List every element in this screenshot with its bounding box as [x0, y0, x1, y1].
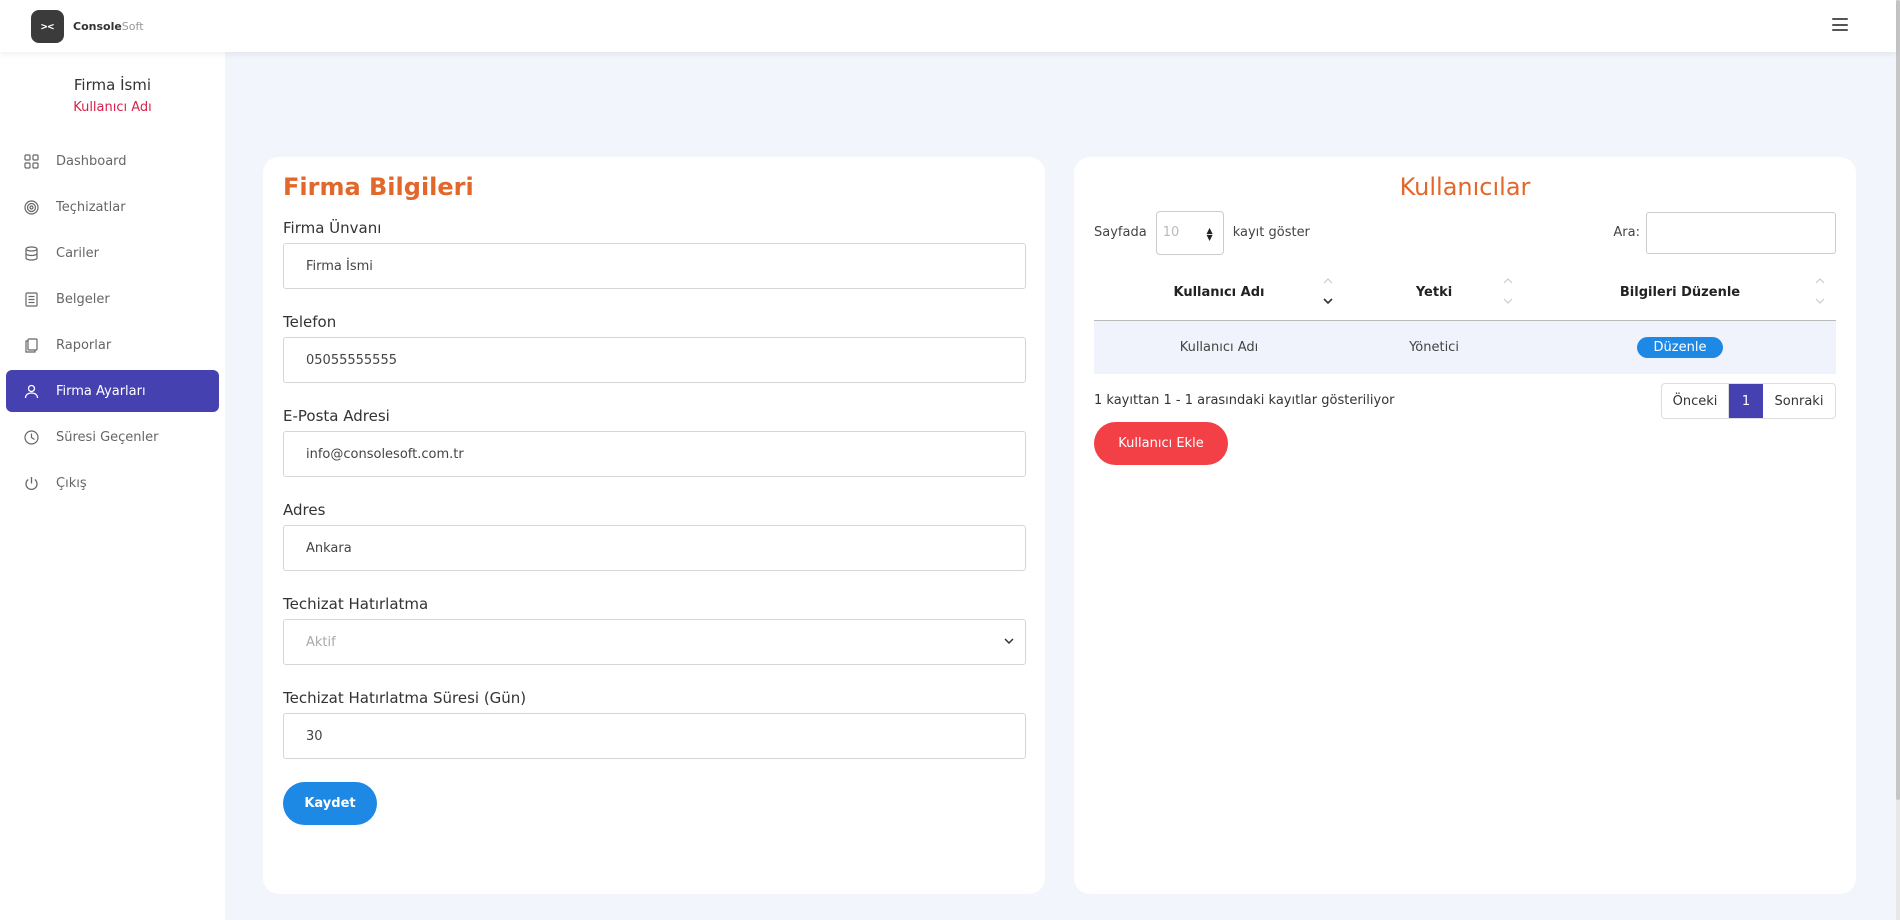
sidebar-item-label: Teçhizatlar — [56, 199, 126, 215]
sidebar-item-cikis[interactable]: Çıkış — [6, 462, 219, 504]
eposta-label: E-Posta Adresi — [283, 407, 390, 425]
cell-duzenle: Düzenle — [1524, 320, 1836, 374]
users-table: Kullanıcı Adı Yetki Bilgileri Düzenle Ku… — [1094, 266, 1836, 374]
page-length-control: Sayfada 10 ▲ ▼ kayıt göster — [1094, 210, 1310, 255]
sidebar-item-dashboard[interactable]: Dashboard — [6, 140, 219, 182]
search-label: Ara: — [1613, 225, 1640, 240]
cell-yetki: Yönetici — [1344, 320, 1524, 374]
logo[interactable]: >< ConsoleSoft — [31, 9, 144, 43]
page-length-value: 10 — [1162, 225, 1180, 240]
column-header-bilgileri-duzenle[interactable]: Bilgileri Düzenle — [1524, 266, 1836, 321]
target-icon — [22, 198, 40, 216]
page-length-suffix: kayıt göster — [1232, 225, 1310, 240]
sidebar-item-techizatlar[interactable]: Teçhizatlar — [6, 186, 219, 228]
grid-icon — [22, 152, 40, 170]
company-info-title: Firma Bilgileri — [283, 173, 474, 201]
column-header-yetki[interactable]: Yetki — [1344, 266, 1524, 321]
users-title: Kullanıcılar — [1399, 173, 1531, 201]
logo-text: ConsoleSoft — [73, 20, 144, 33]
logo-name-light: Soft — [121, 19, 144, 33]
firma-unvani-label: Firma Ünvanı — [283, 219, 382, 237]
telefon-input[interactable]: 05055555555 — [283, 337, 1026, 383]
sidebar-item-suresi-gecenler[interactable]: Süresi Geçenler — [6, 416, 219, 458]
techizat-hatirlatma-label: Techizat Hatırlatma — [283, 595, 429, 613]
sidebar-item-belgeler[interactable]: Belgeler — [6, 278, 219, 320]
logo-name-bold: Console — [73, 19, 122, 33]
power-icon — [22, 474, 40, 492]
page-length-select[interactable]: 10 ▲ ▼ — [1155, 210, 1224, 255]
table-header-row: Kullanıcı Adı Yetki Bilgileri Düzenle — [1094, 266, 1836, 321]
telefon-label: Telefon — [283, 313, 337, 331]
sort-asc-icon — [1322, 274, 1334, 310]
sidebar-item-label: Cariler — [56, 245, 99, 261]
sidebar-firm-name: Firma İsmi — [73, 76, 152, 94]
form-group-techizat-hatirlatma: Techizat Hatırlatma Aktif — [283, 595, 1026, 665]
pagination-page-1[interactable]: 1 — [1729, 384, 1763, 418]
sidebar-item-raporlar[interactable]: Raporlar — [6, 324, 219, 366]
database-icon — [22, 244, 40, 262]
column-header-label: Bilgileri Düzenle — [1619, 285, 1741, 301]
form-group-adres: Adres Ankara — [283, 501, 1026, 571]
sidebar-item-label: Dashboard — [56, 153, 127, 169]
column-header-label: Yetki — [1415, 285, 1453, 301]
user-icon — [22, 382, 40, 400]
sidebar-menu: Dashboard Teçhizatlar Cariler Belgeler R… — [0, 140, 225, 504]
sidebar-item-label: Süresi Geçenler — [56, 429, 159, 445]
table-info: 1 kayıttan 1 - 1 arasındaki kayıtlar gös… — [1094, 393, 1395, 408]
hamburger-menu-icon[interactable] — [1832, 18, 1848, 31]
save-button[interactable]: Kaydet — [283, 782, 377, 825]
pagination: Önceki 1 Sonraki — [1661, 383, 1836, 419]
copy-icon — [22, 336, 40, 354]
sidebar-item-label: Raporlar — [56, 337, 112, 353]
cell-kullanici-adi: Kullanıcı Adı — [1094, 320, 1344, 374]
techizat-hatirlatma-select[interactable]: Aktif — [283, 619, 1026, 665]
add-user-button[interactable]: Kullanıcı Ekle — [1094, 422, 1228, 465]
table-row: Kullanıcı Adı Yönetici Düzenle — [1094, 320, 1836, 374]
top-bar: >< ConsoleSoft — [0, 0, 1896, 52]
pagination-prev-button[interactable]: Önceki — [1662, 384, 1729, 418]
form-group-firma-unvani: Firma Ünvanı Firma İsmi — [283, 219, 1026, 289]
form-group-eposta: E-Posta Adresi info@consolesoft.com.tr — [283, 407, 1026, 477]
scrollbar-thumb[interactable] — [1896, 0, 1900, 800]
sidebar-item-firma-ayarlari[interactable]: Firma Ayarları — [6, 370, 219, 412]
eposta-input[interactable]: info@consolesoft.com.tr — [283, 431, 1026, 477]
sidebar-item-label: Firma Ayarları — [56, 383, 146, 399]
form-group-telefon: Telefon 05055555555 — [283, 313, 1026, 383]
page-length-prefix: Sayfada — [1094, 225, 1147, 240]
techizat-suresi-input[interactable]: 30 — [283, 713, 1026, 759]
chevron-down-icon — [1003, 635, 1015, 651]
techizat-hatirlatma-value: Aktif — [306, 634, 336, 650]
table-controls: Sayfada 10 ▲ ▼ kayıt göster Ara: — [1094, 210, 1836, 255]
clock-icon — [22, 428, 40, 446]
column-header-kullanici-adi[interactable]: Kullanıcı Adı — [1094, 266, 1344, 321]
sort-icon — [1502, 274, 1514, 310]
search-input[interactable] — [1646, 211, 1836, 254]
adres-input[interactable]: Ankara — [283, 525, 1026, 571]
pagination-next-button[interactable]: Sonraki — [1763, 384, 1835, 418]
document-icon — [22, 290, 40, 308]
users-card: Kullanıcılar Sayfada 10 ▲ ▼ kayıt göster … — [1074, 157, 1856, 894]
column-header-label: Kullanıcı Adı — [1173, 285, 1265, 301]
sidebar-item-label: Belgeler — [56, 291, 110, 307]
sidebar-item-cariler[interactable]: Cariler — [6, 232, 219, 274]
sidebar-user-name: Kullanıcı Adı — [73, 100, 152, 115]
adres-label: Adres — [283, 501, 326, 519]
edit-user-button[interactable]: Düzenle — [1637, 336, 1723, 358]
sidebar: Firma İsmi Kullanıcı Adı Dashboard Teçhi… — [0, 52, 225, 920]
search-control: Ara: — [1613, 210, 1836, 255]
vertical-scrollbar[interactable] — [1896, 0, 1900, 920]
firma-unvani-input[interactable]: Firma İsmi — [283, 243, 1026, 289]
spinner-arrows-icon: ▲ ▼ — [1206, 225, 1213, 242]
company-info-card: Firma Bilgileri Firma Ünvanı Firma İsmi … — [263, 157, 1045, 894]
form-group-techizat-suresi: Techizat Hatırlatma Süresi (Gün) 30 — [283, 689, 1026, 759]
sort-icon — [1814, 274, 1826, 310]
sidebar-item-label: Çıkış — [56, 475, 87, 491]
techizat-suresi-label: Techizat Hatırlatma Süresi (Gün) — [283, 689, 527, 707]
logo-mark: >< — [31, 9, 64, 43]
